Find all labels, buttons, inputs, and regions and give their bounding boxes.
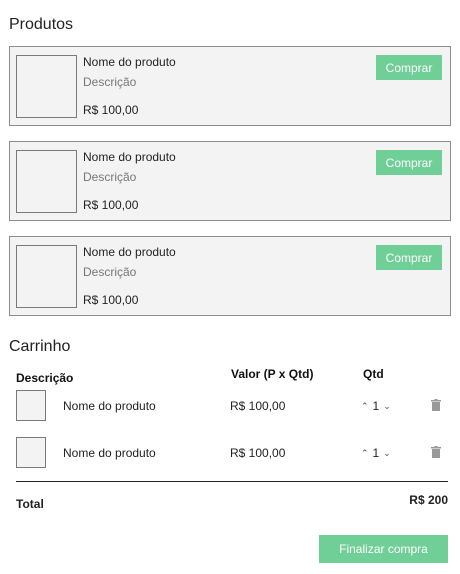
products-title: Produtos bbox=[9, 16, 74, 33]
product-price: R$ 100,00 bbox=[83, 293, 139, 307]
trash-icon[interactable] bbox=[431, 399, 441, 411]
cart-item-image bbox=[16, 390, 46, 421]
product-card: Nome do produto Descrição R$ 100,00 Comp… bbox=[9, 141, 451, 221]
quantity-value: 1 bbox=[372, 399, 380, 413]
quantity-stepper: ⌃ 1 ⌄ bbox=[361, 399, 391, 413]
divider bbox=[16, 481, 448, 482]
buy-button[interactable]: Comprar bbox=[376, 55, 442, 80]
product-price: R$ 100,00 bbox=[83, 198, 139, 212]
buy-button[interactable]: Comprar bbox=[376, 150, 442, 175]
column-header-description: Descrição bbox=[16, 371, 74, 385]
column-header-value: Valor (P x Qtd) bbox=[231, 367, 314, 381]
buy-button[interactable]: Comprar bbox=[376, 245, 442, 270]
finish-purchase-button[interactable]: Finalizar compra bbox=[319, 535, 448, 563]
product-name: Nome do produto bbox=[83, 55, 176, 69]
cart-item-name: Nome do produto bbox=[63, 446, 156, 460]
product-price: R$ 100,00 bbox=[83, 103, 139, 117]
total-value: R$ 200 bbox=[409, 493, 448, 507]
chevron-up-icon[interactable]: ⌃ bbox=[361, 401, 369, 412]
chevron-down-icon[interactable]: ⌄ bbox=[383, 448, 391, 459]
chevron-up-icon[interactable]: ⌃ bbox=[361, 448, 369, 459]
product-description: Descrição bbox=[83, 75, 137, 89]
product-card: Nome do produto Descrição R$ 100,00 Comp… bbox=[9, 236, 451, 316]
cart-item-image bbox=[16, 437, 46, 468]
total-label: Total bbox=[16, 497, 44, 511]
cart-item-name: Nome do produto bbox=[63, 399, 156, 413]
product-name: Nome do produto bbox=[83, 150, 176, 164]
product-image bbox=[16, 150, 77, 213]
product-image bbox=[16, 245, 77, 308]
cart-row: Nome do produto R$ 100,00 ⌃ 1 ⌄ bbox=[16, 437, 450, 469]
cart-row: Nome do produto R$ 100,00 ⌃ 1 ⌄ bbox=[16, 390, 450, 422]
quantity-value: 1 bbox=[372, 446, 380, 460]
cart-item-price: R$ 100,00 bbox=[230, 446, 286, 460]
cart-title: Carrinho bbox=[9, 338, 71, 355]
product-card: Nome do produto Descrição R$ 100,00 Comp… bbox=[9, 46, 451, 126]
product-image bbox=[16, 55, 77, 118]
chevron-down-icon[interactable]: ⌄ bbox=[383, 401, 391, 412]
product-description: Descrição bbox=[83, 265, 137, 279]
product-description: Descrição bbox=[83, 170, 137, 184]
trash-icon[interactable] bbox=[431, 446, 441, 458]
cart-item-price: R$ 100,00 bbox=[230, 399, 286, 413]
product-name: Nome do produto bbox=[83, 245, 176, 259]
column-header-qty: Qtd bbox=[363, 367, 384, 381]
quantity-stepper: ⌃ 1 ⌄ bbox=[361, 446, 391, 460]
